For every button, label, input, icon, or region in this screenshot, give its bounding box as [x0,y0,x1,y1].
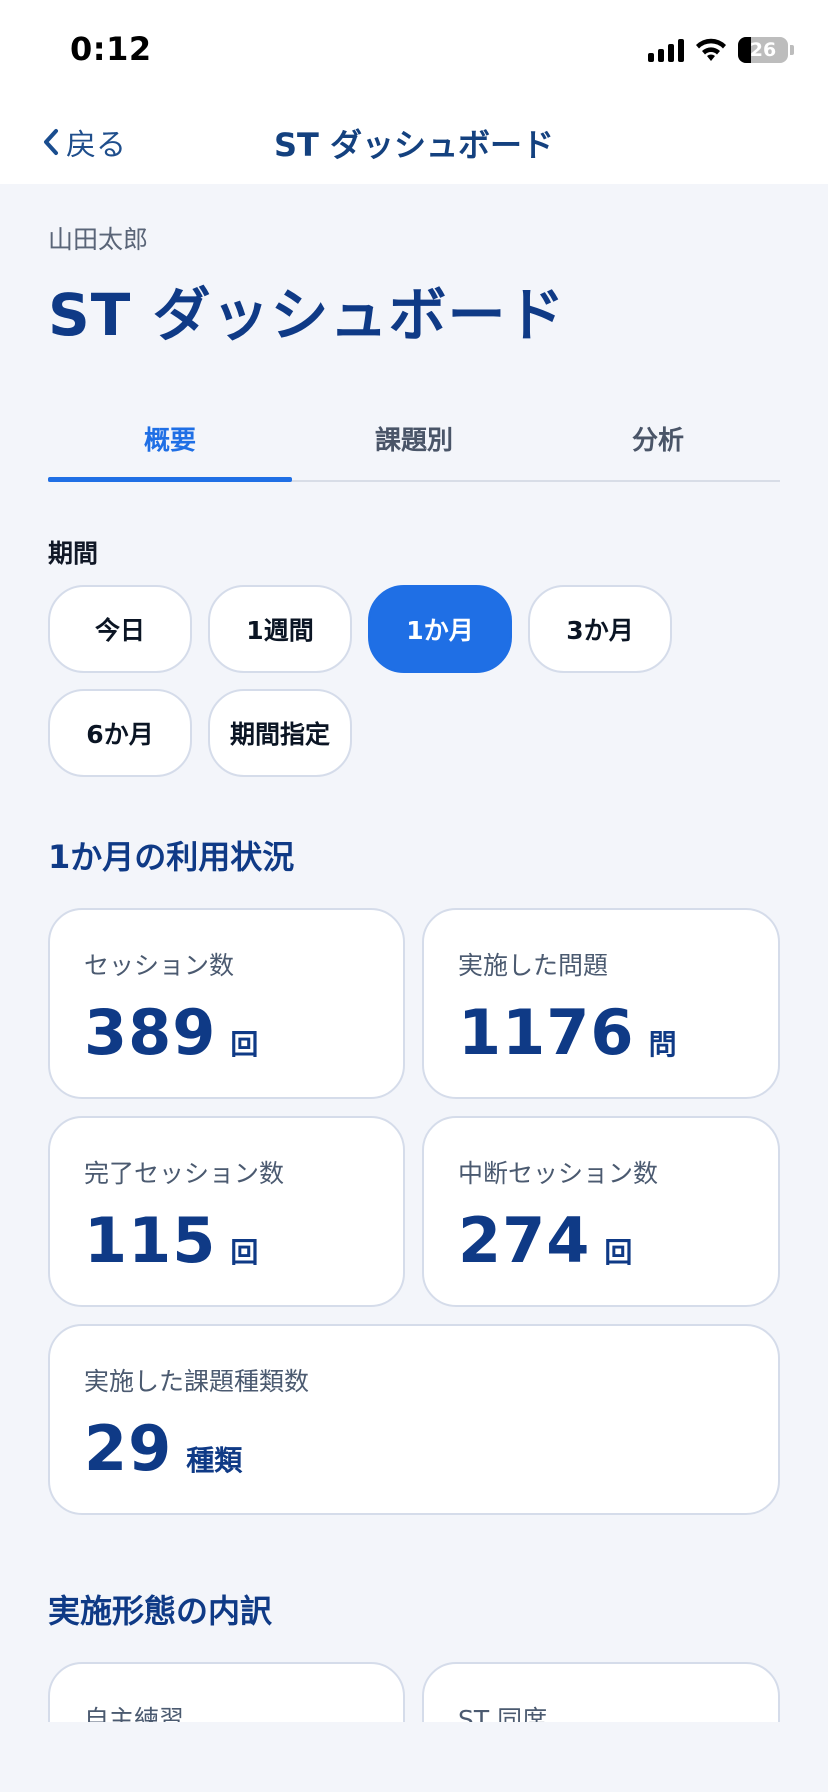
cellular-signal-icon [648,38,684,62]
period-chip-1-month[interactable]: 1か月 [368,585,512,673]
period-chip-custom-range[interactable]: 期間指定 [208,689,352,777]
tab-by-task[interactable]: 課題別 [292,400,536,480]
battery-icon: 26 [738,37,788,63]
stat-label: 実施した問題 [458,951,609,980]
page-title: ST ダッシュボード [48,281,566,349]
period-chips: 今日 1週間 1か月 3か月 6か月 期間指定 [48,585,748,777]
stat-value: 29 [84,1412,173,1485]
usage-section-title: 1か月の利用状況 [48,838,295,876]
stat-value: 389 [84,996,217,1069]
stat-unit: 回 [230,1236,259,1269]
tab-overview[interactable]: 概要 [48,400,292,482]
stat-card-completed-sessions: 完了セッション数 115 回 [48,1116,405,1307]
stat-card-sessions: セッション数 389 回 [48,908,405,1099]
status-bar: 0:12 26 [0,0,828,100]
stat-unit: 回 [230,1028,259,1061]
stat-label: 中断セッション数 [458,1159,659,1188]
battery-level: 26 [749,39,777,61]
tab-analysis[interactable]: 分析 [536,400,780,480]
period-chip-today[interactable]: 今日 [48,585,192,673]
bottom-safe-area [0,1722,828,1792]
stat-card-problems: 実施した問題 1176 問 [422,908,780,1099]
user-name: 山田太郎 [48,225,149,254]
nav-bar: 戻る ST ダッシュボード [0,100,828,184]
period-chip-3-months[interactable]: 3か月 [528,585,672,673]
stat-value: 1176 [458,996,635,1069]
stat-value: 274 [458,1204,591,1277]
nav-title: ST ダッシュボード [273,126,555,164]
stat-unit: 問 [648,1028,677,1061]
stat-label: セッション数 [84,951,235,980]
period-chip-1-week[interactable]: 1週間 [208,585,352,673]
period-chip-6-months[interactable]: 6か月 [48,689,192,777]
stat-card-interrupted-sessions: 中断セッション数 274 回 [422,1116,780,1307]
tab-bar: 概要 課題別 分析 [48,400,780,482]
stat-label: 実施した課題種類数 [84,1367,310,1396]
stat-unit: 種類 [186,1444,243,1477]
breakdown-section-title: 実施形態の内訳 [48,1592,273,1630]
battery-tip [790,45,794,55]
status-time: 0:12 [70,30,152,68]
stat-unit: 回 [604,1236,633,1269]
period-label: 期間 [48,539,99,568]
stat-value: 115 [84,1204,217,1277]
status-icons: 26 [648,36,794,64]
stat-label: 完了セッション数 [84,1159,285,1188]
wifi-icon [696,38,726,61]
stat-card-task-types: 実施した課題種類数 29 種類 [48,1324,780,1515]
